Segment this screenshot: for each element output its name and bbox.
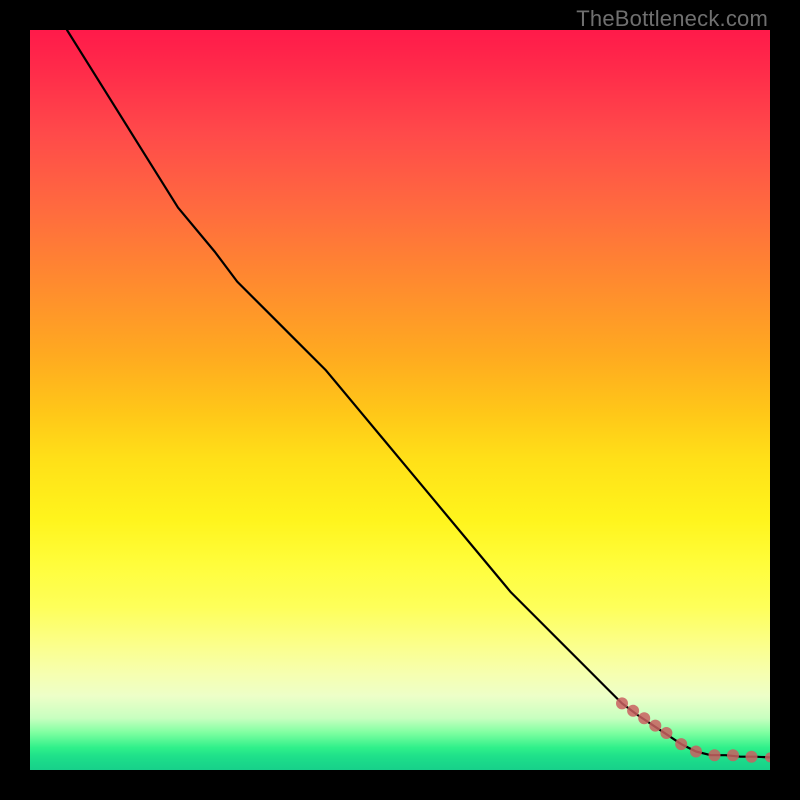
marker-dot	[709, 749, 721, 761]
bottleneck-curve-path	[67, 30, 770, 757]
watermark-text: TheBottleneck.com	[576, 6, 768, 32]
plot-area	[30, 30, 770, 770]
marker-dot	[690, 746, 702, 758]
marker-dot	[660, 727, 672, 739]
chart-stage: TheBottleneck.com	[0, 0, 800, 800]
marker-dot	[675, 738, 687, 750]
marker-dot	[727, 749, 739, 761]
curve-overlay	[30, 30, 770, 770]
marker-dot	[765, 752, 770, 762]
marker-dot	[627, 705, 639, 717]
marker-dot	[616, 697, 628, 709]
marker-dot	[638, 712, 650, 724]
marker-dot	[649, 720, 661, 732]
marker-dot	[746, 751, 758, 763]
